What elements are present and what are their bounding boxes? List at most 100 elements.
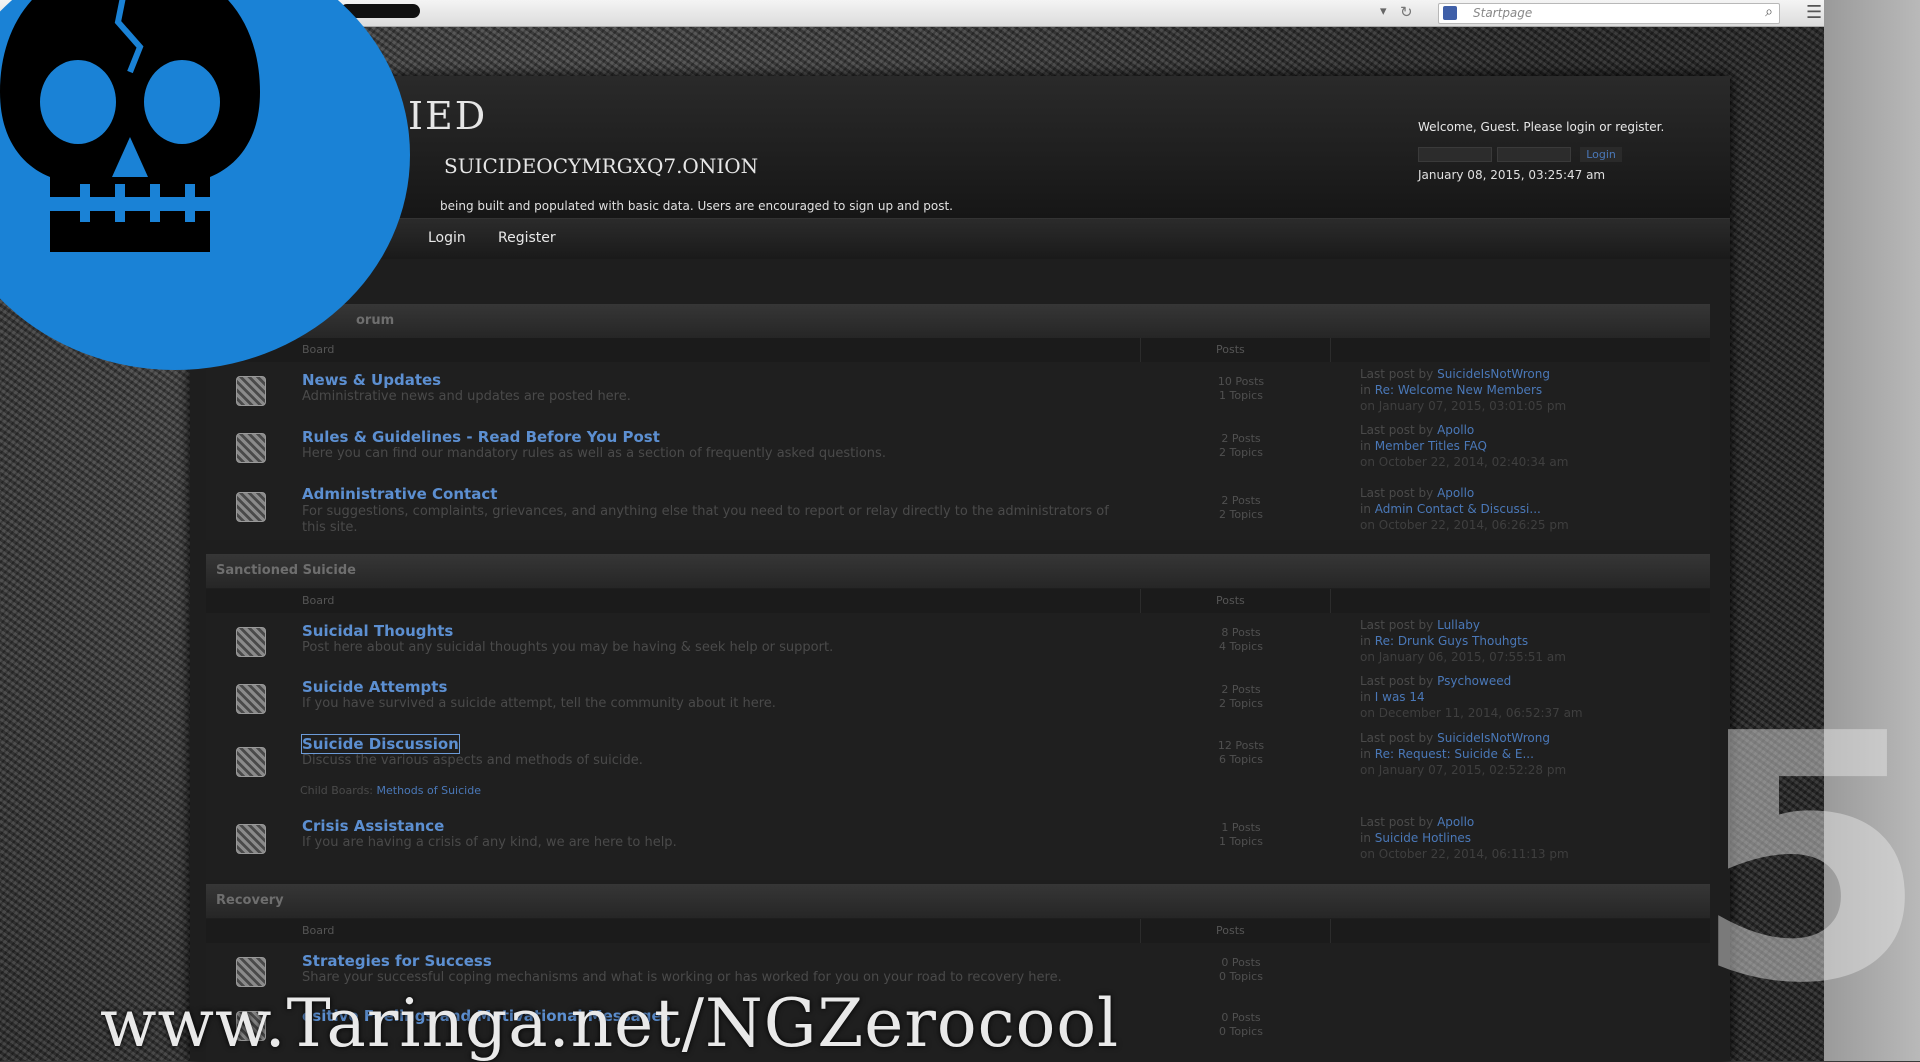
board-description: For suggestions, complaints, grievances,… bbox=[302, 504, 1109, 535]
board-icon[interactable] bbox=[236, 627, 266, 657]
overlay-number: 5 bbox=[1692, 662, 1920, 1058]
last-post-topic[interactable]: I was 14 bbox=[1375, 690, 1425, 704]
in-label: in bbox=[1360, 439, 1371, 453]
post-count: 0 Posts bbox=[1221, 1011, 1261, 1024]
column-divider bbox=[1140, 338, 1141, 362]
last-post-author[interactable]: Apollo bbox=[1437, 423, 1474, 437]
column-header: Board Posts bbox=[206, 919, 1710, 943]
board-name-link[interactable]: Crisis Assistance bbox=[302, 817, 444, 835]
site-news: being built and populated with basic dat… bbox=[440, 199, 953, 213]
last-post-topic[interactable]: Re: Drunk Guys Thouhgts bbox=[1375, 634, 1528, 648]
last-post-info: Last post by SuicideIsNotWrong in Re: We… bbox=[1360, 366, 1566, 414]
last-post-label: Last post by bbox=[1360, 423, 1434, 437]
board-column-label: Board bbox=[302, 924, 335, 937]
post-count: 2 Posts bbox=[1221, 683, 1261, 696]
last-post-topic[interactable]: Member Titles FAQ bbox=[1375, 439, 1487, 453]
board-icon[interactable] bbox=[236, 684, 266, 714]
last-post-date: on January 07, 2015, 02:52:28 pm bbox=[1360, 763, 1567, 777]
board-icon[interactable] bbox=[236, 824, 266, 854]
last-post-info: Last post by SuicideIsNotWrong in Re: Re… bbox=[1360, 730, 1566, 778]
last-post-author[interactable]: Lullaby bbox=[1437, 618, 1480, 632]
child-boards-label: Child Boards: bbox=[300, 784, 374, 797]
last-post-topic[interactable]: Re: Welcome New Members bbox=[1375, 383, 1542, 397]
last-post-label: Last post by bbox=[1360, 486, 1434, 500]
board-name-link[interactable]: Suicide Discussion bbox=[301, 734, 460, 754]
last-post-topic[interactable]: Admin Contact & Discussi... bbox=[1375, 502, 1541, 516]
board-stats: 2 Posts 2 Topics bbox=[1206, 432, 1276, 460]
search-engine-icon[interactable] bbox=[1443, 6, 1457, 20]
column-divider bbox=[1140, 919, 1141, 943]
last-post-date: on January 07, 2015, 03:01:05 pm bbox=[1360, 399, 1567, 413]
post-count: 1 Posts bbox=[1221, 821, 1261, 834]
in-label: in bbox=[1360, 747, 1371, 761]
reload-icon[interactable]: ↻ bbox=[1400, 3, 1413, 21]
category-title: Recovery bbox=[216, 893, 284, 908]
dropdown-arrow-icon[interactable]: ▾ bbox=[1380, 4, 1387, 19]
forum-header: IED SUICIDEOCYMRGXQ7.ONION being built a… bbox=[190, 76, 1730, 218]
topic-count: 2 Topics bbox=[1219, 697, 1263, 710]
column-header: Board Posts bbox=[206, 338, 1710, 362]
last-post-info: Last post by Apollo in Admin Contact & D… bbox=[1360, 485, 1569, 533]
username-field[interactable] bbox=[1418, 147, 1492, 162]
password-field[interactable] bbox=[1497, 147, 1572, 162]
last-post-author[interactable]: SuicideIsNotWrong bbox=[1437, 367, 1550, 381]
topic-count: 6 Topics bbox=[1219, 753, 1263, 766]
last-post-topic[interactable]: Re: Request: Suicide & E... bbox=[1375, 747, 1534, 761]
last-post-info: Last post by Lullaby in Re: Drunk Guys T… bbox=[1360, 617, 1566, 665]
board-icon[interactable] bbox=[236, 747, 266, 777]
current-datetime: January 08, 2015, 03:25:47 am bbox=[1418, 168, 1606, 182]
nav-login[interactable]: Login bbox=[428, 230, 466, 246]
board-name-link[interactable]: Suicidal Thoughts bbox=[302, 622, 453, 640]
board-description: If you have survived a suicide attempt, … bbox=[302, 696, 776, 711]
post-count: 10 Posts bbox=[1217, 375, 1265, 388]
board-row: Suicide Attempts If you have survived a … bbox=[206, 669, 1710, 726]
column-divider bbox=[1140, 589, 1141, 613]
board-description: Administrative news and updates are post… bbox=[302, 389, 631, 404]
last-post-date: on December 11, 2014, 06:52:37 am bbox=[1360, 706, 1583, 720]
board-icon[interactable] bbox=[236, 957, 266, 987]
board-name-link[interactable]: Rules & Guidelines - Read Before You Pos… bbox=[302, 428, 660, 446]
site-title: IED bbox=[408, 94, 488, 138]
topic-count: 1 Topics bbox=[1219, 389, 1263, 402]
search-icon[interactable]: ⌕ bbox=[1765, 4, 1773, 20]
last-post-label: Last post by bbox=[1360, 674, 1434, 688]
board-stats: 2 Posts 2 Topics bbox=[1206, 683, 1276, 711]
board-row: Crisis Assistance If you are having a cr… bbox=[206, 806, 1710, 880]
main-nav: Login Register bbox=[190, 218, 1730, 259]
in-label: in bbox=[1360, 634, 1371, 648]
search-input[interactable]: Startpage ⌕ bbox=[1438, 3, 1780, 24]
board-row: Rules & Guidelines - Read Before You Pos… bbox=[206, 418, 1710, 476]
board-icon[interactable] bbox=[236, 433, 266, 463]
board-column-label: Board bbox=[302, 594, 335, 607]
board-name-link[interactable]: News & Updates bbox=[302, 371, 441, 389]
category-header[interactable]: Recovery bbox=[206, 884, 1710, 918]
board-icon[interactable] bbox=[236, 492, 266, 522]
board-name-link[interactable]: Suicide Attempts bbox=[302, 678, 447, 696]
board-name-link[interactable]: Strategies for Success bbox=[302, 952, 492, 970]
login-button[interactable]: Login bbox=[1580, 147, 1622, 162]
category-header[interactable]: Sanctioned Suicide bbox=[206, 554, 1710, 588]
last-post-info: Last post by Apollo in Member Titles FAQ… bbox=[1360, 422, 1568, 470]
forum-container: IED SUICIDEOCYMRGXQ7.ONION being built a… bbox=[190, 76, 1730, 1061]
board-icon[interactable] bbox=[236, 376, 266, 406]
post-count: 0 Posts bbox=[1221, 956, 1261, 969]
last-post-author[interactable]: SuicideIsNotWrong bbox=[1437, 731, 1550, 745]
last-post-author[interactable]: Apollo bbox=[1437, 486, 1474, 500]
last-post-info: Last post by Apollo in Suicide Hotlines … bbox=[1360, 814, 1569, 862]
topic-count: 0 Topics bbox=[1219, 970, 1263, 983]
board-stats: 10 Posts 1 Topics bbox=[1206, 375, 1276, 403]
board-name-link[interactable]: Administrative Contact bbox=[302, 485, 497, 503]
last-post-topic[interactable]: Suicide Hotlines bbox=[1375, 831, 1471, 845]
nav-register[interactable]: Register bbox=[498, 230, 556, 246]
menu-icon[interactable]: ☰ bbox=[1806, 2, 1822, 23]
board-description: Discuss the various aspects and methods … bbox=[302, 753, 643, 768]
last-post-author[interactable]: Psychoweed bbox=[1437, 674, 1511, 688]
child-board-link[interactable]: Methods of Suicide bbox=[377, 784, 481, 797]
last-post-author[interactable]: Apollo bbox=[1437, 815, 1474, 829]
topic-count: 2 Topics bbox=[1219, 446, 1263, 459]
board-stats: 0 Posts 0 Topics bbox=[1206, 1011, 1276, 1039]
column-divider bbox=[1330, 338, 1331, 362]
in-label: in bbox=[1360, 502, 1371, 516]
board-description: Share your successful coping mechanisms … bbox=[302, 970, 1062, 985]
category-header[interactable]: orum bbox=[206, 304, 1710, 338]
